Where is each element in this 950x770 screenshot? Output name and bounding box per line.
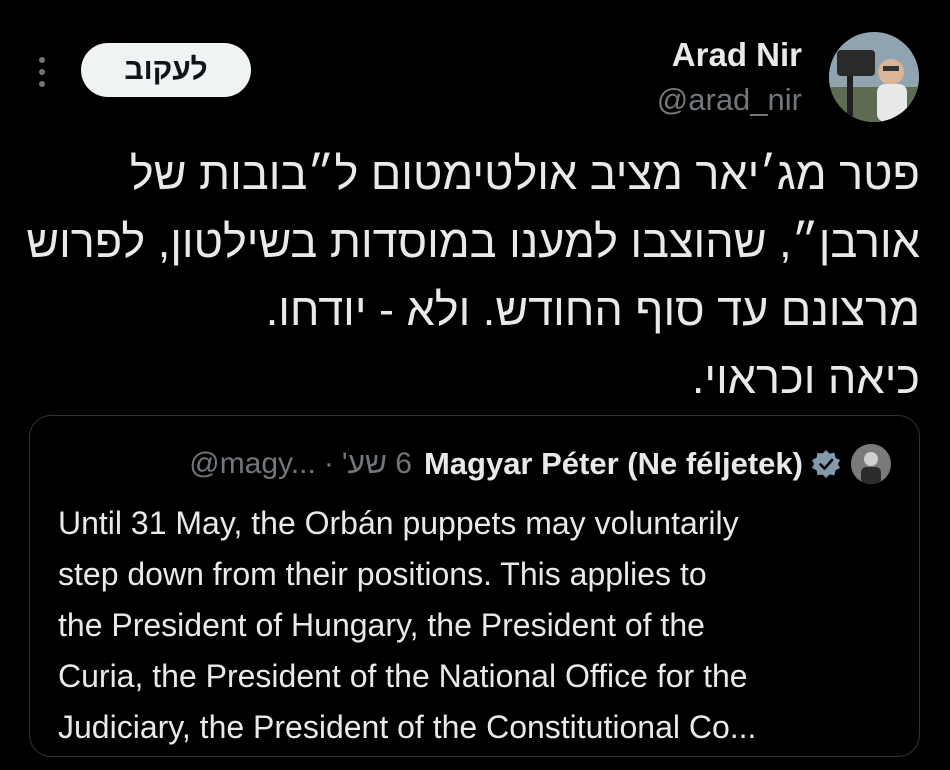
tweet-line: אורבן״, שהוצבו למענו במוסדות בשילטון, לפ… (26, 216, 920, 267)
quoted-author-avatar[interactable] (851, 444, 891, 484)
more-dots-icon[interactable] (38, 56, 46, 88)
quoted-author-name[interactable]: Magyar Péter (Ne féljetek) (424, 446, 803, 482)
meta-separator: · (323, 447, 334, 480)
quoted-tweet-meta: @magy... · 6 שע' (189, 447, 412, 481)
verified-badge-icon (812, 450, 840, 478)
quoted-author-handle[interactable]: @magy... (189, 447, 316, 481)
tweet-text: פטר מג׳יאר מציב אולטימטום ל״בובות של אור… (26, 140, 920, 412)
quoted-tweet-text: Until 31 May, the Orbán puppets may volu… (58, 498, 908, 753)
quote-line: Curia, the President of the National Off… (58, 658, 748, 694)
quote-line: Judiciary, the President of the Constitu… (58, 709, 757, 745)
quote-line: the President of Hungary, the President … (58, 607, 705, 643)
quoted-tweet-time[interactable]: 6 שע' (342, 447, 412, 481)
quoted-tweet-card[interactable]: Magyar Péter (Ne féljetek) @magy... · 6 … (29, 415, 920, 757)
tweet-line: פטר מג׳יאר מציב אולטימטום ל״בובות של (129, 148, 920, 199)
tweet-line: מרצונם עד סוף החודש. ולא - יודחו. (265, 284, 920, 335)
author-handle[interactable]: @arad_nir (657, 82, 802, 118)
quote-line: step down from their positions. This app… (58, 556, 707, 592)
author-avatar[interactable] (829, 32, 919, 122)
follow-button[interactable]: לעקוב (81, 43, 251, 97)
quote-line: Until 31 May, the Orbán puppets may volu… (58, 505, 739, 541)
tweet-line: כיאה וכראוי. (691, 352, 920, 403)
author-name[interactable]: Arad Nir (672, 36, 802, 74)
quoted-tweet-header: Magyar Péter (Ne féljetek) @magy... · 6 … (189, 444, 891, 484)
